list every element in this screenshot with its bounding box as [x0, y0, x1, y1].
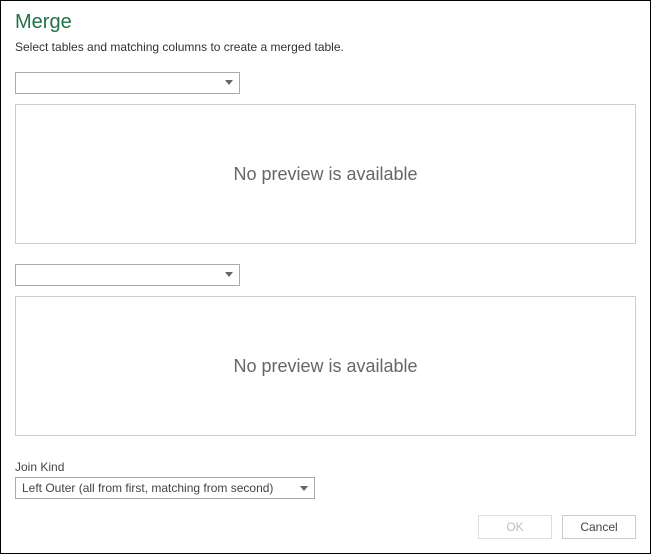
- second-table-dropdown[interactable]: [15, 264, 240, 286]
- ok-button[interactable]: OK: [478, 515, 552, 539]
- chevron-down-icon: [225, 80, 233, 86]
- dialog-title: Merge: [15, 11, 636, 34]
- second-preview-message: No preview is available: [233, 356, 417, 377]
- dialog-instruction: Select tables and matching columns to cr…: [15, 40, 636, 54]
- second-table-preview: No preview is available: [15, 296, 636, 436]
- join-kind-dropdown[interactable]: Left Outer (all from first, matching fro…: [15, 477, 315, 499]
- first-preview-message: No preview is available: [233, 164, 417, 185]
- first-table-preview: No preview is available: [15, 104, 636, 244]
- merge-dialog: Merge Select tables and matching columns…: [0, 0, 651, 554]
- first-table-dropdown[interactable]: [15, 72, 240, 94]
- join-kind-label: Join Kind: [15, 460, 636, 474]
- chevron-down-icon: [300, 481, 308, 495]
- join-kind-selected: Left Outer (all from first, matching fro…: [22, 481, 300, 495]
- cancel-button[interactable]: Cancel: [562, 515, 636, 539]
- dialog-button-row: OK Cancel: [15, 515, 636, 539]
- chevron-down-icon: [225, 272, 233, 278]
